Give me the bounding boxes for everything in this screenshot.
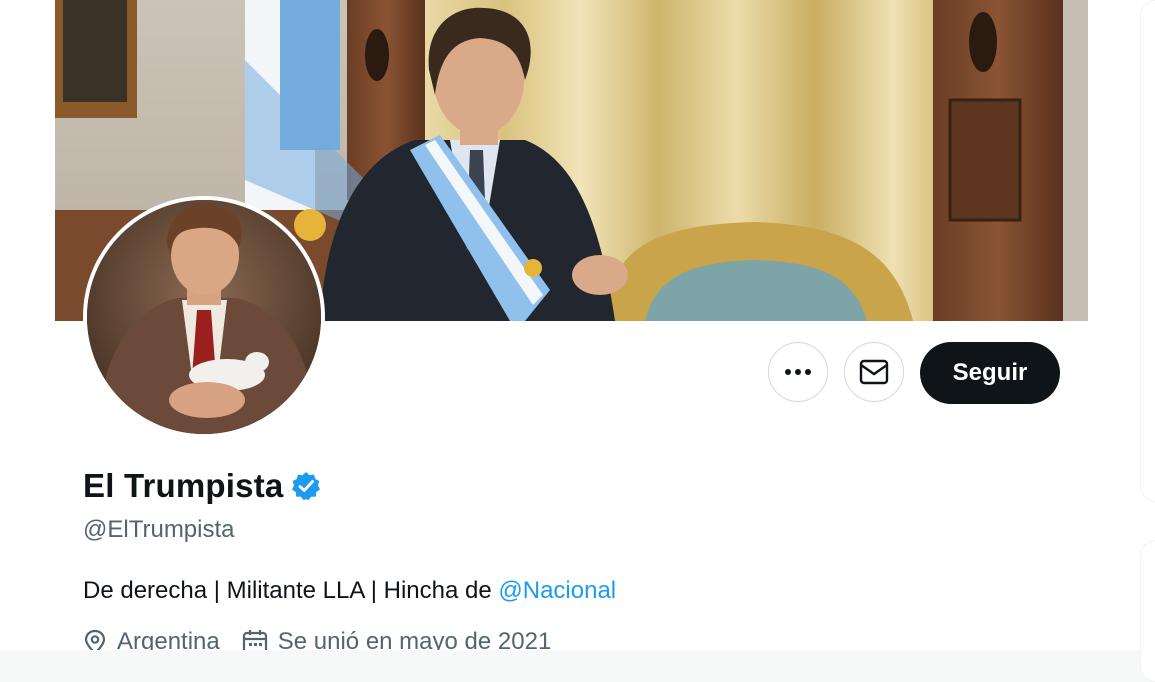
sidebar-card — [1140, 0, 1155, 502]
sidebar-card — [1140, 540, 1155, 682]
profile-avatar[interactable] — [83, 196, 325, 438]
profile-name-row: El Trumpista — [83, 467, 321, 505]
profile-location: Argentina — [83, 628, 220, 650]
envelope-icon — [859, 359, 889, 385]
message-button[interactable] — [844, 342, 904, 402]
avatar-image — [87, 200, 321, 434]
bio-mention-link[interactable]: @Nacional — [498, 577, 616, 604]
verified-badge-icon[interactable] — [291, 471, 321, 501]
more-options-button[interactable] — [768, 342, 828, 402]
more-horizontal-icon — [785, 369, 811, 375]
follow-button[interactable]: Seguir — [920, 342, 1060, 404]
profile-column: Seguir El Trumpista @ElTrumpista De dere… — [55, 0, 1088, 650]
location-text: Argentina — [117, 628, 220, 650]
profile-display-name: El Trumpista — [83, 467, 284, 504]
profile-bio: De derecha | Militante LLA | Hincha de @… — [83, 577, 616, 605]
bio-text: De derecha | Militante LLA | Hincha de — [83, 577, 499, 604]
join-date-text: Se unió en mayo de 2021 — [277, 628, 552, 650]
map-pin-icon — [84, 629, 106, 650]
profile-join-date: Se unió en mayo de 2021 — [242, 628, 552, 650]
calendar-icon — [242, 630, 267, 650]
profile-meta-row: Argentina Se unió en mayo de 2021 — [83, 628, 573, 650]
profile-handle: @ElTrumpista — [83, 516, 235, 543]
left-gutter — [0, 0, 55, 650]
